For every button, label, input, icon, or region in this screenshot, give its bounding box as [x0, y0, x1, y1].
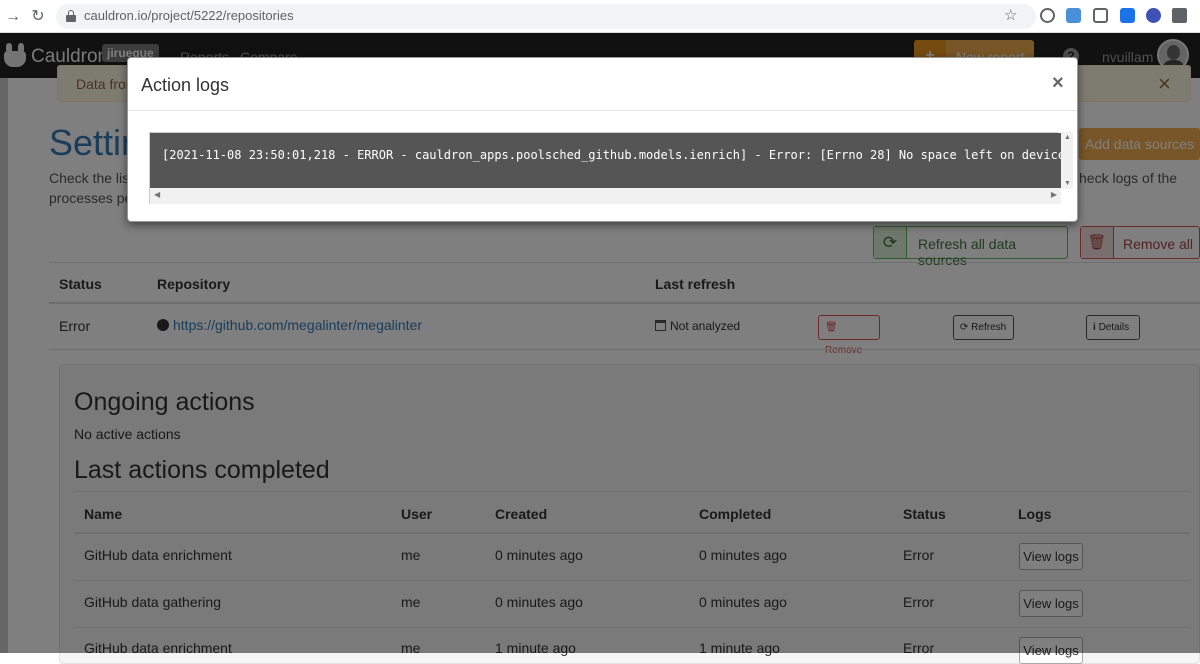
scroll-up-icon[interactable]: ▲	[1064, 134, 1071, 141]
extensions-puzzle-icon[interactable]	[1172, 8, 1187, 23]
extension-grid-icon[interactable]	[1093, 8, 1108, 23]
lock-icon	[66, 10, 76, 22]
scroll-down-icon[interactable]: ▼	[1064, 180, 1071, 187]
extension-recycle-icon[interactable]	[1040, 8, 1055, 23]
log-output[interactable]: [2021-11-08 23:50:01,218 - ERROR - cauld…	[149, 132, 1073, 204]
modal-divider	[128, 110, 1077, 111]
log-content: [2021-11-08 23:50:01,218 - ERROR - cauld…	[150, 133, 1065, 188]
forward-arrow-icon[interactable]: →	[3, 7, 23, 27]
action-logs-modal: Action logs × [2021-11-08 23:50:01,218 -…	[127, 57, 1078, 222]
vertical-scrollbar[interactable]: ▲ ▼	[1061, 132, 1073, 189]
bookmark-star-icon[interactable]: ☆	[1004, 6, 1017, 24]
url-text: cauldron.io/project/5222/repositories	[84, 8, 294, 23]
browser-toolbar: → ↻ cauldron.io/project/5222/repositorie…	[0, 0, 1200, 33]
extension-globe-icon[interactable]	[1146, 8, 1161, 23]
log-line: [2021-11-08 23:50:01,218 - ERROR - cauld…	[162, 148, 1066, 162]
scroll-right-icon[interactable]: ▶	[1051, 190, 1057, 199]
extension-blue-icon[interactable]	[1066, 8, 1081, 23]
modal-title: Action logs	[141, 75, 230, 95]
page-edge	[0, 78, 8, 653]
address-bar[interactable]: cauldron.io/project/5222/repositories	[56, 4, 1036, 29]
close-icon[interactable]: ×	[1052, 72, 1064, 95]
reload-icon[interactable]: ↻	[28, 7, 48, 27]
extension-box-icon[interactable]	[1120, 8, 1135, 23]
horizontal-scrollbar[interactable]: ◀ ▶	[150, 188, 1061, 204]
scroll-left-icon[interactable]: ◀	[154, 190, 160, 199]
